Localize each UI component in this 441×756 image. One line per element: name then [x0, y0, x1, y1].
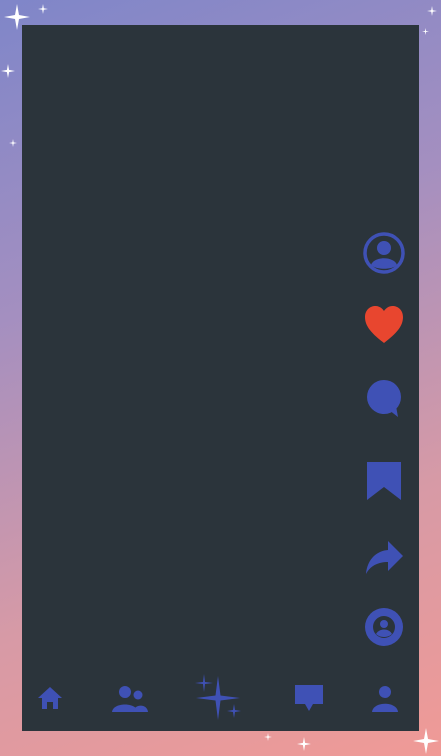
profile-icon: [372, 686, 398, 712]
share-arrow-icon: [366, 541, 403, 574]
bookmark-icon: [367, 462, 401, 500]
creator-avatar-button[interactable]: [362, 605, 406, 649]
share-button[interactable]: [362, 535, 406, 579]
creator-avatar-icon: [365, 608, 403, 646]
sparkle-icon: [422, 28, 429, 35]
video-feed-area[interactable]: [22, 25, 419, 731]
like-heart-icon: [365, 306, 403, 343]
sparkle-icon: [264, 733, 272, 741]
create-sparkle-icon: [195, 674, 241, 720]
nav-profile[interactable]: [369, 683, 401, 713]
sparkle-icon: [38, 4, 48, 14]
nav-create[interactable]: [192, 672, 244, 724]
comment-button[interactable]: [362, 376, 406, 420]
sparkle-icon: [297, 737, 311, 751]
bookmark-button[interactable]: [362, 459, 406, 503]
nav-inbox[interactable]: [292, 684, 326, 712]
home-icon: [38, 687, 62, 709]
sparkle-icon: [9, 139, 17, 147]
profile-avatar-button[interactable]: [362, 231, 406, 275]
sparkle-icon: [427, 6, 437, 16]
nav-friends[interactable]: [110, 683, 150, 713]
friends-icon: [112, 686, 148, 712]
app-frame: [0, 0, 441, 756]
nav-home[interactable]: [36, 684, 64, 712]
inbox-icon: [295, 685, 323, 711]
like-button[interactable]: [362, 303, 406, 347]
comment-bubble-icon: [367, 380, 401, 417]
sparkle-icon: [413, 728, 439, 754]
sparkle-icon: [1, 64, 15, 78]
profile-avatar-icon: [363, 232, 405, 274]
